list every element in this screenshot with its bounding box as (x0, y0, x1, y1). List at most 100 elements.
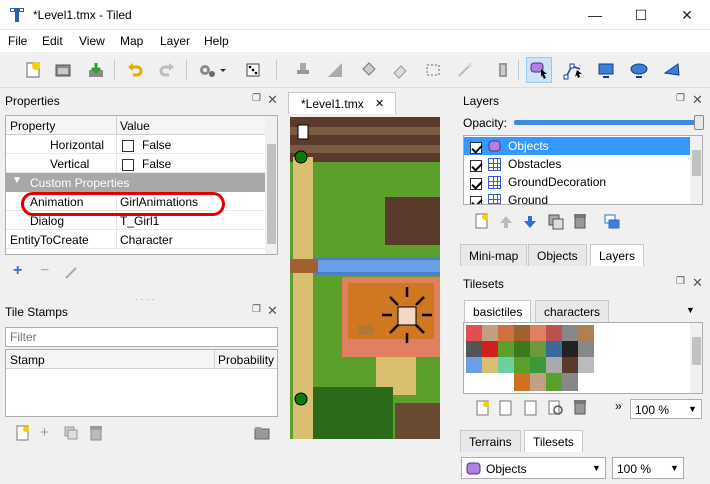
property-row-vertical[interactable]: Vertical False (6, 154, 277, 173)
add-property-icon[interactable]: + (13, 262, 22, 280)
remove-property-icon[interactable]: − (40, 262, 49, 280)
menu-view[interactable]: View (79, 34, 105, 48)
close-button[interactable]: ✕ (664, 0, 710, 30)
tab-tilesets[interactable]: Tilesets (524, 430, 583, 452)
value-column-header: Value (120, 119, 150, 133)
opacity-slider-handle[interactable] (694, 115, 704, 130)
menu-map[interactable]: Map (120, 34, 143, 48)
tab-basictiles[interactable]: basictiles (464, 300, 532, 322)
open-icon[interactable] (50, 57, 76, 83)
select-objects-icon[interactable] (526, 57, 552, 83)
chevron-down-icon: ▼ (592, 463, 601, 473)
document-area: *Level1.tmx ✕ (288, 90, 456, 450)
edit-polygons-icon[interactable] (560, 57, 586, 83)
close-dock-icon[interactable]: ✕ (692, 92, 703, 108)
document-tab-label: *Level1.tmx (301, 97, 364, 111)
tab-objects[interactable]: Objects (528, 244, 587, 266)
tab-terrains[interactable]: Terrains (460, 430, 521, 452)
map-zoom-combo[interactable]: 100 % ▼ (612, 457, 684, 479)
edit-tileset-icon[interactable] (548, 400, 564, 416)
properties-scrollbar[interactable] (265, 116, 277, 254)
lower-layer-icon[interactable] (523, 215, 537, 229)
float-icon[interactable]: ❐ (252, 304, 261, 315)
close-dock-icon[interactable]: ✕ (267, 92, 278, 108)
layer-row-obstacles[interactable]: Obstacles (464, 155, 702, 173)
tab-layers[interactable]: Layers (590, 244, 645, 266)
zoom-step-icon[interactable]: » (615, 399, 622, 413)
insert-rectangle-icon[interactable] (593, 57, 619, 83)
layer-visibility-checkbox[interactable] (470, 159, 482, 172)
zoom-value: 100 % (617, 462, 652, 476)
document-tab[interactable]: *Level1.tmx ✕ (288, 92, 396, 114)
redo-icon[interactable] (154, 57, 180, 83)
tileset-v-scrollbar[interactable] (690, 323, 702, 393)
layers-scrollbar[interactable] (690, 136, 702, 204)
zoom-value: 100 % (635, 403, 670, 417)
duplicate-stamp-icon[interactable] (64, 426, 78, 440)
minimize-button[interactable]: — (572, 0, 618, 30)
random-icon[interactable] (240, 57, 266, 83)
menu-file[interactable]: File (8, 34, 27, 48)
close-dock-icon[interactable]: ✕ (267, 303, 278, 319)
layer-row-ground[interactable]: Ground (464, 191, 702, 204)
toggle-layers-icon[interactable] (604, 214, 620, 230)
duplicate-layer-icon[interactable] (548, 214, 564, 230)
new-map-icon[interactable] (20, 57, 46, 83)
delete-layer-icon[interactable] (573, 213, 587, 229)
custom-properties-group[interactable]: ▼ Custom Properties (6, 173, 277, 192)
float-icon[interactable]: ❐ (676, 276, 685, 287)
tileset-zoom-combo[interactable]: 100 % ▼ (630, 399, 702, 419)
add-layer-icon[interactable] (474, 213, 490, 229)
close-tab-icon[interactable]: ✕ (375, 97, 384, 110)
map-canvas[interactable] (290, 117, 440, 439)
select-same-tile-icon[interactable] (490, 57, 516, 83)
float-icon[interactable]: ❐ (676, 93, 685, 104)
tab-mini-map[interactable]: Mini-map (460, 244, 528, 266)
menu-edit[interactable]: Edit (42, 34, 63, 48)
float-icon[interactable]: ❐ (252, 93, 261, 104)
add-variation-icon[interactable]: + (40, 424, 49, 441)
save-icon[interactable] (83, 57, 109, 83)
menu-help[interactable]: Help (204, 34, 229, 48)
tileset-menu-arrow-icon[interactable]: ▼ (686, 305, 695, 315)
insert-polygon-icon[interactable] (659, 57, 685, 83)
rect-select-icon[interactable] (420, 57, 446, 83)
delete-stamp-icon[interactable] (89, 425, 103, 441)
layer-visibility-checkbox[interactable] (470, 141, 482, 154)
layer-visibility-checkbox[interactable] (470, 195, 482, 204)
undo-icon[interactable] (122, 57, 148, 83)
new-stamp-icon[interactable] (15, 425, 31, 441)
stamp-filter-input[interactable] (5, 327, 278, 347)
eraser-icon[interactable] (387, 57, 413, 83)
layer-row-objects[interactable]: Objects (464, 137, 702, 155)
maximize-button[interactable]: ☐ (618, 0, 664, 30)
rename-property-icon[interactable] (64, 266, 78, 280)
stamp-brush-icon[interactable] (290, 57, 316, 83)
remove-tileset-icon[interactable] (573, 399, 587, 415)
property-row-entitytocreate[interactable]: EntityToCreate Character (6, 230, 277, 249)
opacity-slider[interactable] (514, 120, 702, 125)
close-dock-icon[interactable]: ✕ (692, 275, 703, 291)
open-stamps-folder-icon[interactable] (254, 426, 270, 440)
tab-characters[interactable]: characters (535, 300, 610, 322)
layer-name: Objects (508, 139, 549, 153)
horizontal-checkbox[interactable] (122, 139, 134, 152)
raise-layer-icon[interactable] (499, 215, 513, 229)
bucket-fill-icon[interactable] (322, 57, 348, 83)
insert-ellipse-icon[interactable] (626, 57, 652, 83)
collapse-arrow-icon[interactable]: ▼ (12, 175, 22, 186)
layers-dock: Layers ❐ ✕ Opacity: Objects Obstacles Gr… (458, 90, 710, 266)
property-row-horizontal[interactable]: Horizontal False (6, 135, 277, 154)
layer-row-grounddecoration[interactable]: GroundDecoration (464, 173, 702, 191)
export-tileset-icon[interactable] (524, 400, 538, 416)
embed-tileset-icon[interactable] (499, 400, 513, 416)
shape-fill-icon[interactable] (355, 57, 381, 83)
tileset-view[interactable] (463, 322, 703, 394)
new-tileset-icon[interactable] (475, 400, 491, 416)
layer-select-combo[interactable]: Objects ▼ (461, 457, 606, 479)
layer-visibility-checkbox[interactable] (470, 177, 482, 190)
magic-wand-icon[interactable] (452, 57, 478, 83)
commands-icon[interactable] (194, 57, 230, 83)
vertical-checkbox[interactable] (122, 158, 134, 171)
menu-layer[interactable]: Layer (160, 34, 190, 48)
